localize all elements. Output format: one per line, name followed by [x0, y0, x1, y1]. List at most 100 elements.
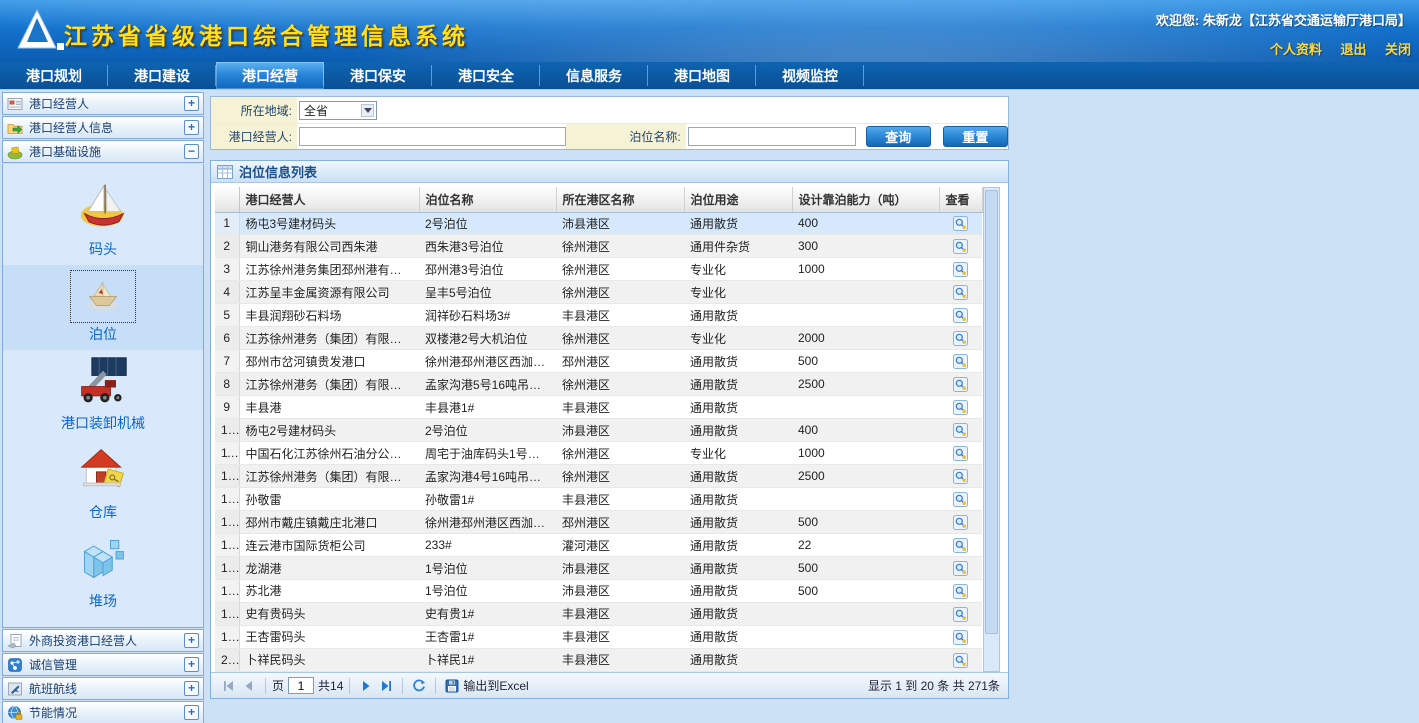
- nav-tab[interactable]: 港口安全: [432, 62, 540, 89]
- view-icon[interactable]: [953, 262, 968, 277]
- table-scrollbar[interactable]: [983, 187, 1000, 672]
- expand-toggle[interactable]: +: [184, 681, 199, 696]
- table-row[interactable]: 15 连云港市国际货柜公司 233# 灌河港区 通用散货 22: [215, 534, 982, 557]
- separator: [349, 678, 350, 694]
- view-icon[interactable]: [953, 377, 968, 392]
- expand-toggle[interactable]: +: [184, 120, 199, 135]
- table-row[interactable]: 1 杨屯3号建材码头 2号泊位 沛县港区 通用散货 400: [215, 212, 982, 235]
- view-icon[interactable]: [953, 239, 968, 254]
- cell-area: 徐州港区: [556, 373, 684, 396]
- expand-toggle[interactable]: +: [184, 705, 199, 720]
- table-row[interactable]: 20 卜祥民码头 卜祥民1# 丰县港区 通用散货: [215, 648, 982, 671]
- sidebar-section-label: 港口经营人: [29, 95, 89, 112]
- table-row[interactable]: 8 江苏徐州港务（集团）有限公司 孟家沟港5号16吨吊泊位 徐州港区 通用散货 …: [215, 373, 982, 396]
- berth-name-input[interactable]: [688, 127, 856, 146]
- table-row[interactable]: 10 杨屯2号建材码头 2号泊位 沛县港区 通用散货 400: [215, 419, 982, 442]
- close-link[interactable]: 关闭: [1385, 42, 1411, 57]
- cell-capacity: 2500: [792, 465, 939, 488]
- table-row[interactable]: 12 江苏徐州港务（集团）有限公司 孟家沟港4号16吨吊泊位 徐州港区 通用散货…: [215, 465, 982, 488]
- sidebar-section-energy[interactable]: 节能情况 +: [2, 701, 204, 723]
- next-page-button[interactable]: [359, 679, 373, 693]
- profile-link[interactable]: 个人资料: [1270, 42, 1322, 57]
- sidebar-section-integrity[interactable]: 诚信管理 +: [2, 653, 204, 676]
- operator-input[interactable]: [299, 127, 566, 146]
- table-row[interactable]: 7 邳州市岔河镇贵发港口 徐州港邳州港区西泇河... 邳州港区 通用散货 500: [215, 350, 982, 373]
- nav-tab[interactable]: 视频监控: [756, 62, 864, 89]
- table-row[interactable]: 3 江苏徐州港务集团邳州港有限公司 邳州港3号泊位 徐州港区 专业化 1000: [215, 258, 982, 281]
- sidebar-section-port-operators[interactable]: 港口经营人 +: [2, 92, 204, 115]
- view-icon[interactable]: [953, 538, 968, 553]
- expand-toggle[interactable]: +: [184, 657, 199, 672]
- cell-berth: 孟家沟港5号16吨吊泊位: [419, 373, 556, 396]
- table-row[interactable]: 19 王杏雷码头 王杏雷1# 丰县港区 通用散货: [215, 625, 982, 648]
- view-icon[interactable]: [953, 331, 968, 346]
- view-icon[interactable]: [953, 354, 968, 369]
- table-row[interactable]: 18 史有贵码头 史有贵1# 丰县港区 通用散货: [215, 602, 982, 625]
- last-page-button[interactable]: [379, 679, 393, 693]
- view-icon[interactable]: [953, 607, 968, 622]
- cell-berth: 2号泊位: [419, 419, 556, 442]
- table-row[interactable]: 6 江苏徐州港务（集团）有限公司 双楼港2号大机泊位 徐州港区 专业化 2000: [215, 327, 982, 350]
- table-row[interactable]: 9 丰县港 丰县港1# 丰县港区 通用散货: [215, 396, 982, 419]
- view-icon[interactable]: [953, 584, 968, 599]
- export-excel-button[interactable]: 输出到Excel: [442, 677, 528, 694]
- cell-area: 沛县港区: [556, 580, 684, 603]
- view-icon[interactable]: [953, 446, 968, 461]
- collapse-toggle[interactable]: −: [184, 144, 199, 159]
- page-number-input[interactable]: [288, 677, 314, 694]
- table-row[interactable]: 14 邳州市戴庄镇戴庄北港口 徐州港邳州港区西泇河... 邳州港区 通用散货 5…: [215, 511, 982, 534]
- nav-tab[interactable]: 港口经营: [216, 62, 324, 89]
- table-row[interactable]: 11 中国石化江苏徐州石油分公司周... 周宅于油库码头1号泊位 徐州港区 专业…: [215, 442, 982, 465]
- table-row[interactable]: 2 铜山港务有限公司西朱港 西朱港3号泊位 徐州港区 通用件杂货 300: [215, 235, 982, 258]
- table-row[interactable]: 4 江苏呈丰金属资源有限公司 呈丰5号泊位 徐州港区 专业化: [215, 281, 982, 304]
- refresh-icon[interactable]: [412, 679, 426, 693]
- menu-item-machinery[interactable]: 港口装卸机械: [3, 350, 203, 439]
- warehouse-icon: [75, 444, 131, 496]
- view-icon[interactable]: [953, 469, 968, 484]
- sidebar-section-operator-info[interactable]: 港口经营人信息 +: [2, 116, 204, 139]
- menu-item-dock[interactable]: 码头: [3, 176, 203, 265]
- view-icon[interactable]: [953, 492, 968, 507]
- cell-usage: 通用散货: [684, 625, 792, 648]
- menu-item-berth[interactable]: 泊位: [3, 265, 203, 350]
- cell-usage: 通用散货: [684, 488, 792, 511]
- menu-item-yard[interactable]: 堆场: [3, 528, 203, 617]
- cell-usage: 通用散货: [684, 534, 792, 557]
- scrollbar-thumb[interactable]: [985, 190, 998, 634]
- previous-page-button[interactable]: [242, 679, 256, 693]
- sidebar-section-infrastructure[interactable]: 港口基础设施 −: [2, 140, 204, 163]
- view-icon[interactable]: [953, 515, 968, 530]
- reset-button[interactable]: 重置: [943, 126, 1008, 147]
- sidebar-section-foreign-investors[interactable]: 外商投资港口经营人 +: [2, 629, 204, 652]
- view-icon[interactable]: [953, 423, 968, 438]
- table-row[interactable]: 17 苏北港 1号泊位 沛县港区 通用散货 500: [215, 580, 982, 603]
- expand-toggle[interactable]: +: [184, 96, 199, 111]
- sidebar-section-routes[interactable]: 航班航线 +: [2, 677, 204, 700]
- menu-item-warehouse[interactable]: 仓库: [3, 439, 203, 528]
- cell-capacity: 500: [792, 557, 939, 580]
- filter-panel: 所在地域: 全省 港口经营人: 泊位名称: 查询 重置: [210, 96, 1009, 150]
- view-icon[interactable]: [953, 308, 968, 323]
- view-icon[interactable]: [953, 216, 968, 231]
- cell-capacity: 500: [792, 350, 939, 373]
- region-select[interactable]: 全省: [299, 101, 377, 120]
- view-icon[interactable]: [953, 400, 968, 415]
- search-button[interactable]: 查询: [866, 126, 931, 147]
- view-icon[interactable]: [953, 561, 968, 576]
- view-icon[interactable]: [953, 630, 968, 645]
- expand-toggle[interactable]: +: [184, 633, 199, 648]
- nav-tab[interactable]: 港口规划: [0, 62, 108, 89]
- table-row[interactable]: 5 丰县润翔砂石料场 润祥砂石料场3# 丰县港区 通用散货: [215, 304, 982, 327]
- nav-tab[interactable]: 港口保安: [324, 62, 432, 89]
- view-icon[interactable]: [953, 653, 968, 668]
- nav-tab[interactable]: 港口建设: [108, 62, 216, 89]
- first-page-button[interactable]: [222, 679, 236, 693]
- table-row[interactable]: 13 孙敬雷 孙敬雷1# 丰县港区 通用散货: [215, 488, 982, 511]
- view-icon[interactable]: [953, 285, 968, 300]
- logout-link[interactable]: 退出: [1341, 42, 1367, 57]
- cell-berth: 1号泊位: [419, 557, 556, 580]
- nav-tab[interactable]: 信息服务: [540, 62, 648, 89]
- cell-usage: 通用散货: [684, 511, 792, 534]
- nav-tab[interactable]: 港口地图: [648, 62, 756, 89]
- table-row[interactable]: 16 龙湖港 1号泊位 沛县港区 通用散货 500: [215, 557, 982, 580]
